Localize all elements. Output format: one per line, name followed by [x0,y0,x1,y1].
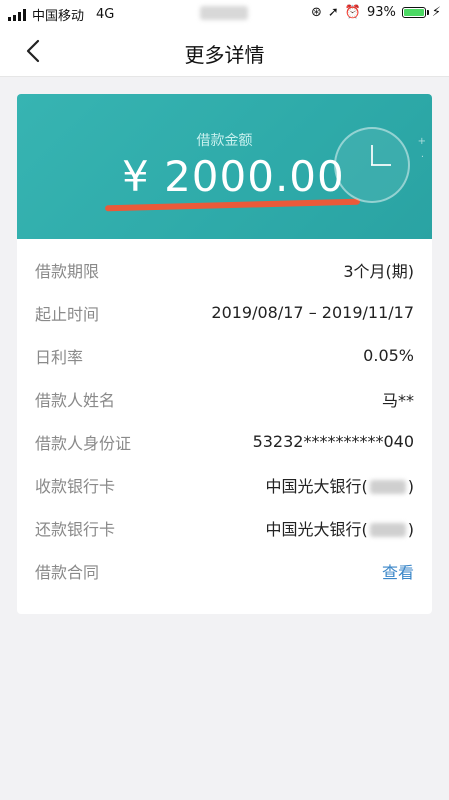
detail-row-borrower-id: 借款人身份证 53232**********040 [35,420,414,463]
network-label: 4G [96,7,115,22]
detail-row-receive-card: 收款银行卡 中国光大银行() [35,463,414,506]
detail-value: 3个月(期) [343,261,414,281]
detail-label: 借款人姓名 [35,390,116,410]
detail-value: 53232**********040 [252,432,414,451]
battery-icon [401,7,429,18]
view-contract-link[interactable]: 查看 [382,559,414,583]
amount-value: ¥ 2000.00 [122,152,345,201]
detail-value-wrap: 中国光大银行() [266,516,415,540]
status-left: 中国移动 4G [8,5,114,24]
detail-label: 还款银行卡 [35,519,116,539]
loan-detail-card: 借款金额 ¥ 2000.00 + · 借款期限 3个月(期) 起止时间 2019… [17,94,432,614]
detail-value: 中国光大银行( [265,519,368,539]
detail-row-contract: 借款合同 查看 [35,549,414,592]
signal-icon [8,8,26,21]
detail-value-suffix: ) [407,476,414,496]
detail-value: 中国光大银行( [265,476,368,496]
charging-icon: ⚡ [431,5,441,20]
detail-row-repay-card: 还款银行卡 中国光大银行() [35,506,414,549]
detail-row-borrower-name: 借款人姓名 马** [35,377,414,420]
detail-list: 借款期限 3个月(期) 起止时间 2019/08/17 – 2019/11/17… [17,248,432,592]
detail-value: 马** [381,390,414,410]
battery-percent: 93% [366,5,396,20]
alarm-icon: ⏰ [344,5,361,20]
masked-card-number [369,480,406,494]
nav-bar: 更多详情 [0,26,449,77]
detail-label: 借款期限 [35,261,100,281]
status-time-blurred [200,6,248,20]
status-bar: 中国移动 4G ⊛ ➚ ⏰ 93% ⚡ [0,0,449,26]
clock-icon [334,127,410,203]
screen-lock-icon: ⊛ [310,5,322,20]
carrier-label: 中国移动 [32,9,85,24]
detail-label: 收款银行卡 [35,476,116,496]
detail-value: 2019/08/17 – 2019/11/17 [211,303,414,322]
detail-label: 起止时间 [35,304,100,324]
detail-label: 借款人身份证 [35,433,132,453]
page-title: 更多详情 [184,43,265,67]
sparkle-icon: + [417,136,426,147]
location-icon: ➚ [327,5,339,20]
detail-row-period: 起止时间 2019/08/17 – 2019/11/17 [35,291,414,334]
detail-row-daily-rate: 日利率 0.05% [35,334,414,377]
detail-value-suffix: ) [407,519,414,539]
detail-label: 日利率 [35,347,84,367]
detail-label: 借款合同 [35,562,100,582]
sparkle-icon: · [420,152,424,163]
detail-value: 0.05% [363,346,414,365]
masked-card-number [369,523,406,537]
detail-value-wrap: 中国光大银行() [266,473,415,497]
detail-row-term: 借款期限 3个月(期) [35,248,414,291]
status-right: ⊛ ➚ ⏰ 93% ⚡ [311,5,441,20]
loan-amount-banner: 借款金额 ¥ 2000.00 + · [17,94,432,239]
